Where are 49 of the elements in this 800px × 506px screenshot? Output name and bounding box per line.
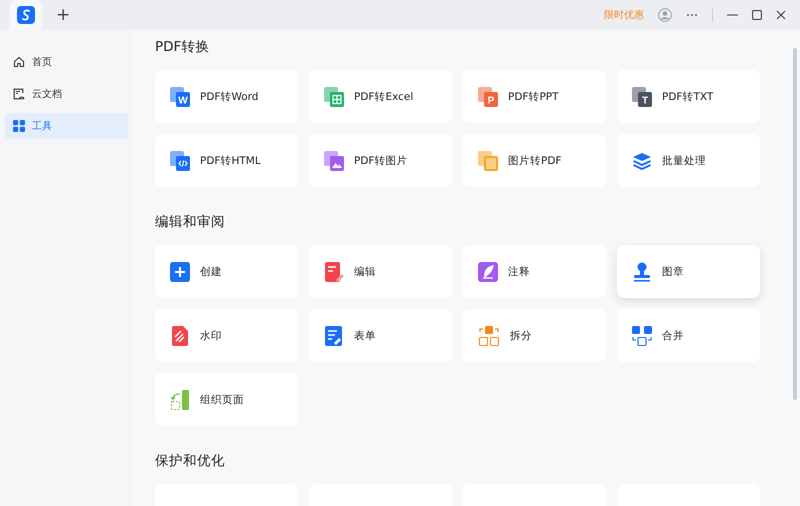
tool-card[interactable]: 注释 — [463, 245, 606, 298]
image-file-icon — [478, 150, 498, 170]
stacked-layers-icon — [632, 150, 652, 170]
tool-card[interactable]: P PDF转PPT — [463, 70, 606, 123]
tool-card[interactable]: PDF转图片 — [309, 134, 452, 187]
section-title: PDF转换 — [155, 38, 210, 57]
tool-card[interactable]: 表单 — [309, 309, 452, 362]
sidebar-item[interactable]: 云文档 — [5, 81, 128, 107]
document-cloud-icon — [13, 88, 25, 100]
feather-pen-icon — [478, 262, 498, 282]
tool-card[interactable]: PDF转Excel — [309, 70, 452, 123]
section-title: 编辑和审阅 — [155, 213, 226, 232]
tool-card[interactable]: 水印 — [155, 309, 298, 362]
tool-card[interactable]: 图片转PDF — [463, 134, 606, 187]
split-pages-icon — [478, 326, 500, 346]
section-title: 保护和优化 — [155, 452, 226, 471]
tool-card[interactable]: 组织页面 — [155, 373, 298, 426]
tool-card[interactable]: 编辑 — [309, 245, 452, 298]
maximize-icon[interactable] — [752, 10, 762, 20]
scrollbar-thumb[interactable] — [793, 48, 797, 400]
tool-card[interactable]: W PDF转Word — [155, 70, 298, 123]
tool-card[interactable]: T PDF转TXT — [617, 70, 760, 123]
stamp-icon — [632, 262, 652, 282]
document-icon — [324, 86, 344, 106]
user-avatar-icon[interactable] — [658, 8, 672, 22]
document-icon — [170, 150, 190, 170]
sidebar-item[interactable]: 工具 — [5, 113, 128, 139]
form-document-icon — [324, 326, 344, 346]
more-icon[interactable] — [686, 13, 698, 17]
home-icon — [13, 56, 25, 68]
close-icon[interactable] — [776, 10, 786, 20]
tool-card[interactable]: 图章 — [617, 245, 760, 298]
merge-pages-icon — [632, 326, 652, 346]
tool-card[interactable]: PDF转HTML — [155, 134, 298, 187]
grid-icon — [13, 120, 25, 132]
tool-card[interactable]: 拆分 — [463, 309, 606, 362]
tool-card[interactable]: 创建 — [155, 245, 298, 298]
watermark-document-icon — [170, 326, 190, 346]
tool-card[interactable]: 合并 — [617, 309, 760, 362]
image-file-icon — [324, 150, 344, 170]
sidebar-item[interactable]: 首页 — [5, 49, 128, 75]
edit-document-icon — [324, 262, 344, 282]
app-logo-icon — [17, 6, 35, 24]
tool-card[interactable]: 批量处理 — [617, 134, 760, 187]
organize-pages-icon — [170, 390, 190, 410]
new-tab-button[interactable]: + — [56, 6, 70, 24]
plus-icon — [170, 262, 190, 282]
app-tab[interactable] — [10, 0, 42, 30]
minimize-icon[interactable] — [727, 14, 738, 16]
